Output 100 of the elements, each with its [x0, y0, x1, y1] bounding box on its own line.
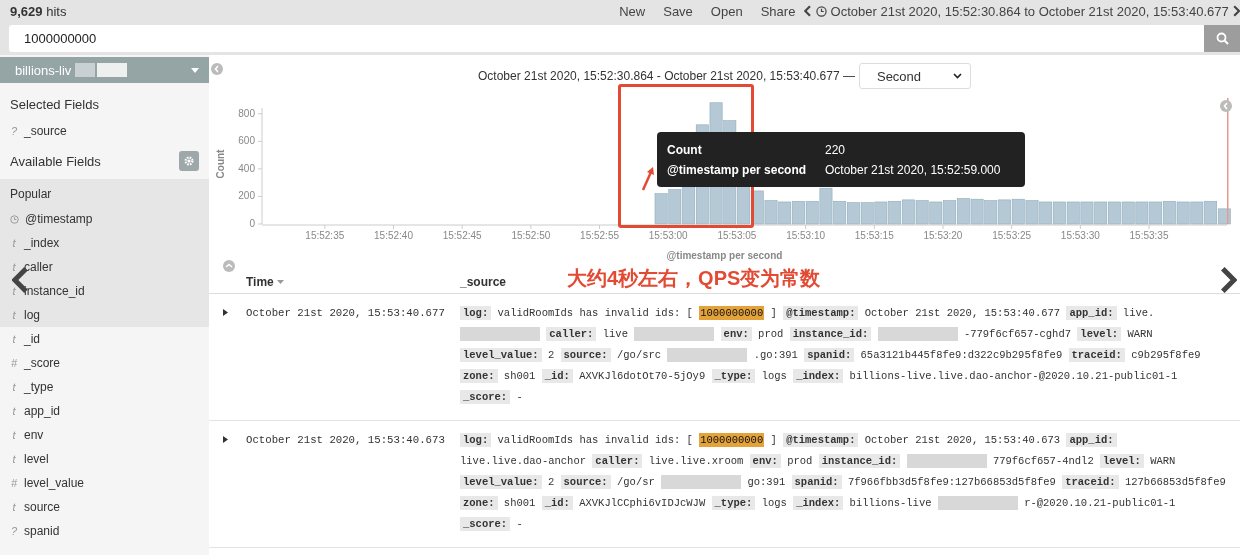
field-name[interactable]: _id [24, 332, 40, 346]
chevron-right-icon[interactable] [1220, 266, 1237, 294]
field-value: billions-live.live.dao-anchor-@2020.10.21-public01-1 [849, 370, 1178, 382]
field-value: WARN [1150, 455, 1176, 467]
toolbar-link[interactable]: Save [663, 3, 693, 19]
field-label: env: [749, 454, 781, 468]
field-value: .go:391 [753, 349, 798, 361]
field-value: logs [761, 497, 787, 509]
field-value: live. [1122, 307, 1155, 319]
field-label: instance_id: [789, 327, 872, 341]
x-tick-label: 15:52:35 [305, 230, 345, 241]
collapse-up-icon[interactable] [223, 260, 235, 272]
field-name[interactable]: caller [24, 260, 53, 274]
field-type-icon: # [10, 357, 18, 369]
highlighted-match: 1000000000 [699, 433, 765, 447]
field-value: 2 [547, 349, 555, 361]
field-label: spanid: [804, 348, 855, 362]
field-value: sh001 [503, 497, 536, 509]
field-name[interactable]: _index [24, 236, 60, 250]
y-tick-label: 600 [238, 135, 255, 147]
highlighted-match: 1000000000 [699, 306, 765, 320]
caret-right-icon [223, 436, 228, 443]
field-label: @timestamp: [783, 306, 859, 320]
annotation-arrow [640, 166, 656, 192]
field-value: - [516, 518, 523, 530]
field-name[interactable]: level [24, 452, 49, 466]
field-name[interactable]: level_value [24, 476, 85, 490]
histogram-bar[interactable] [737, 185, 750, 225]
field-label: app_id: [1066, 433, 1117, 447]
field-label: level_value: [460, 475, 542, 489]
field-name[interactable]: @timestamp [25, 212, 93, 226]
field-label: spanid: [791, 475, 842, 489]
column-header[interactable]: _source [460, 274, 507, 289]
field-name[interactable]: _source [24, 124, 67, 138]
field-value: validRoomIds has invalid ids: [ [497, 434, 693, 446]
field-name[interactable]: spanid [24, 524, 60, 538]
field-name[interactable]: env [24, 428, 44, 442]
field-label: source: [560, 348, 611, 362]
field-type-icon: t [10, 405, 18, 417]
field-value: AXVKJl6dotOt70-5jOy9 [579, 370, 706, 382]
field-type-icon: ? [10, 125, 18, 137]
field-label: level: [1077, 327, 1122, 341]
field-name[interactable]: log [24, 308, 40, 322]
chevron-left-icon[interactable] [804, 5, 812, 17]
field-value: c9b295f8fe9 [1131, 349, 1201, 361]
caret-icon [191, 67, 199, 73]
y-axis-label: Count [215, 149, 226, 179]
column-header[interactable]: Time [246, 274, 274, 289]
toolbar-link[interactable]: New [619, 3, 646, 19]
field-label: level_value: [460, 348, 542, 362]
x-tick-label: 15:53:35 [1129, 230, 1169, 241]
gear-icon [184, 156, 194, 166]
field-label: zone: [460, 496, 498, 510]
field-label: _index: [793, 369, 844, 383]
field-name[interactable]: source [24, 500, 61, 514]
search-icon [1215, 32, 1229, 45]
field-label: traceid: [1062, 475, 1119, 489]
field-label: _id: [541, 496, 573, 510]
tooltip-value: October 21st 2020, 15:52:59.000 [825, 162, 1002, 177]
y-tick-label: 400 [238, 162, 255, 174]
histogram-bar[interactable] [682, 186, 695, 225]
clock-icon [10, 214, 19, 224]
collapse-right-icon[interactable] [1220, 100, 1232, 112]
field-type-icon: # [10, 477, 18, 489]
interval-select[interactable]: Second [858, 63, 971, 89]
field-value: AXVKJlCCphi6vIDJcWJW [579, 497, 706, 509]
field-value: live [602, 328, 628, 340]
field-label: _type: [711, 369, 756, 383]
clock-icon [815, 5, 827, 17]
toolbar-link[interactable]: Share [760, 3, 796, 19]
x-tick-label: 15:53:10 [786, 230, 826, 241]
field-value: go:391 [747, 476, 786, 488]
chevron-right-icon[interactable] [1232, 5, 1240, 17]
field-label: source: [560, 475, 611, 489]
search-button[interactable] [1204, 25, 1240, 52]
field-value: - [516, 391, 523, 403]
field-value: /go/src [617, 349, 662, 361]
field-name[interactable]: _type [24, 380, 54, 394]
field-value: October 21st 2020, 15:53:40.673 [864, 434, 1061, 446]
field-label: log: [460, 433, 492, 447]
x-tick-label: 15:53:30 [1060, 230, 1100, 241]
collapse-left-icon[interactable] [211, 63, 223, 75]
time-range-picker[interactable]: October 21st 2020, 15:52:30.864 to October 21st 2020, 15:53:40.677 [815, 3, 1229, 19]
field-label: level: [1100, 454, 1144, 468]
x-tick-label: 15:52:55 [580, 230, 619, 241]
field-type-icon: t [10, 501, 18, 513]
search-field[interactable]: 1000000000 [9, 25, 1204, 52]
section-title: Selected Fields [10, 96, 99, 112]
field-value: validRoomIds has invalid ids: [ [497, 307, 693, 319]
field-value: r-@2020.10.21-public01-1 [1024, 497, 1176, 509]
toolbar-link[interactable]: Open [710, 3, 743, 19]
field-value: 2 [547, 476, 555, 488]
field-label: instance_id: [818, 454, 901, 468]
field-value: live.live.xroom [648, 455, 744, 467]
field-name[interactable]: app_id [24, 404, 61, 418]
field-type-icon: t [10, 381, 18, 393]
settings-button[interactable] [179, 151, 199, 171]
field-name[interactable]: _score [24, 356, 61, 370]
field-type-icon: t [10, 285, 18, 297]
field-name[interactable]: instance_id [24, 284, 85, 298]
